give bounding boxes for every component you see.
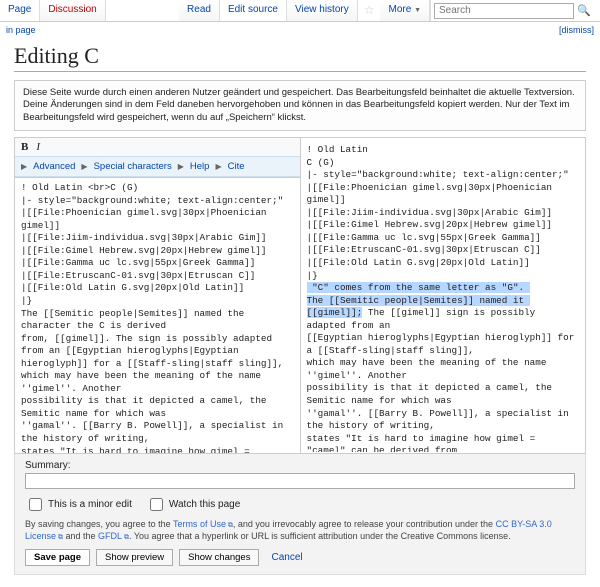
chevron-right-icon: ▶	[81, 162, 87, 171]
source-editor[interactable]: ! Old Latin <br>C (G) |- style="backgrou…	[15, 178, 300, 453]
gfdl-link[interactable]: GFDL	[98, 531, 129, 541]
watch-star-icon[interactable]: ☆	[358, 0, 381, 21]
tab-read[interactable]: Read	[179, 0, 220, 21]
toolbar-advanced[interactable]: Advanced	[31, 161, 77, 172]
save-panel: Summary: This is a minor edit Watch this…	[14, 454, 586, 575]
minor-edit-checkbox[interactable]	[29, 498, 42, 511]
toolbar-help[interactable]: Help	[188, 161, 212, 172]
conflict-notice: Diese Seite wurde durch einen anderen Nu…	[14, 80, 586, 131]
in-page-link[interactable]: in page	[6, 25, 36, 35]
legal-text: By saving changes, you agree to the Term…	[25, 518, 575, 543]
toolbar-cite[interactable]: Cite	[226, 161, 247, 172]
chevron-right-icon: ▶	[21, 162, 27, 171]
watch-page-check[interactable]: Watch this page	[146, 495, 240, 514]
diff-pane: ! Old Latin C (G) |- style="background:w…	[301, 138, 586, 453]
tab-discussion[interactable]: Discussion	[40, 0, 105, 21]
tab-page[interactable]: Page	[0, 0, 40, 21]
search-icon[interactable]: 🔍	[577, 4, 591, 17]
save-button[interactable]: Save page	[25, 549, 90, 566]
bold-button[interactable]: B	[21, 141, 28, 153]
terms-link[interactable]: Terms of Use	[173, 519, 233, 529]
tab-more[interactable]: More ▼	[380, 0, 430, 21]
editor-toolbar: B I ▶ Advanced ▶ Special characters ▶ He…	[15, 138, 300, 178]
cancel-link[interactable]: Cancel	[271, 552, 302, 563]
diff-view: ! Old Latin C (G) |- style="background:w…	[301, 138, 586, 452]
top-tabs: Page Discussion Read Edit source View hi…	[0, 0, 600, 22]
tab-view-history[interactable]: View history	[287, 0, 358, 21]
chevron-right-icon: ▶	[178, 162, 184, 171]
page-title: Editing C	[14, 43, 586, 72]
tab-edit-source[interactable]: Edit source	[220, 0, 287, 21]
search-input[interactable]	[434, 3, 574, 19]
dismiss-link[interactable]: [dismiss]	[559, 25, 594, 35]
show-changes-button[interactable]: Show changes	[179, 549, 259, 566]
preview-button[interactable]: Show preview	[96, 549, 173, 566]
toolbar-special-chars[interactable]: Special characters	[92, 161, 174, 172]
editor-pane: B I ▶ Advanced ▶ Special characters ▶ He…	[15, 138, 301, 453]
chevron-right-icon: ▶	[215, 162, 221, 171]
minor-edit-check[interactable]: This is a minor edit	[25, 495, 132, 514]
edit-area: B I ▶ Advanced ▶ Special characters ▶ He…	[14, 137, 586, 454]
watch-page-checkbox[interactable]	[150, 498, 163, 511]
italic-button[interactable]: I	[36, 141, 40, 153]
summary-label: Summary:	[25, 460, 575, 471]
summary-input[interactable]	[25, 473, 575, 489]
chevron-down-icon: ▼	[414, 7, 421, 14]
